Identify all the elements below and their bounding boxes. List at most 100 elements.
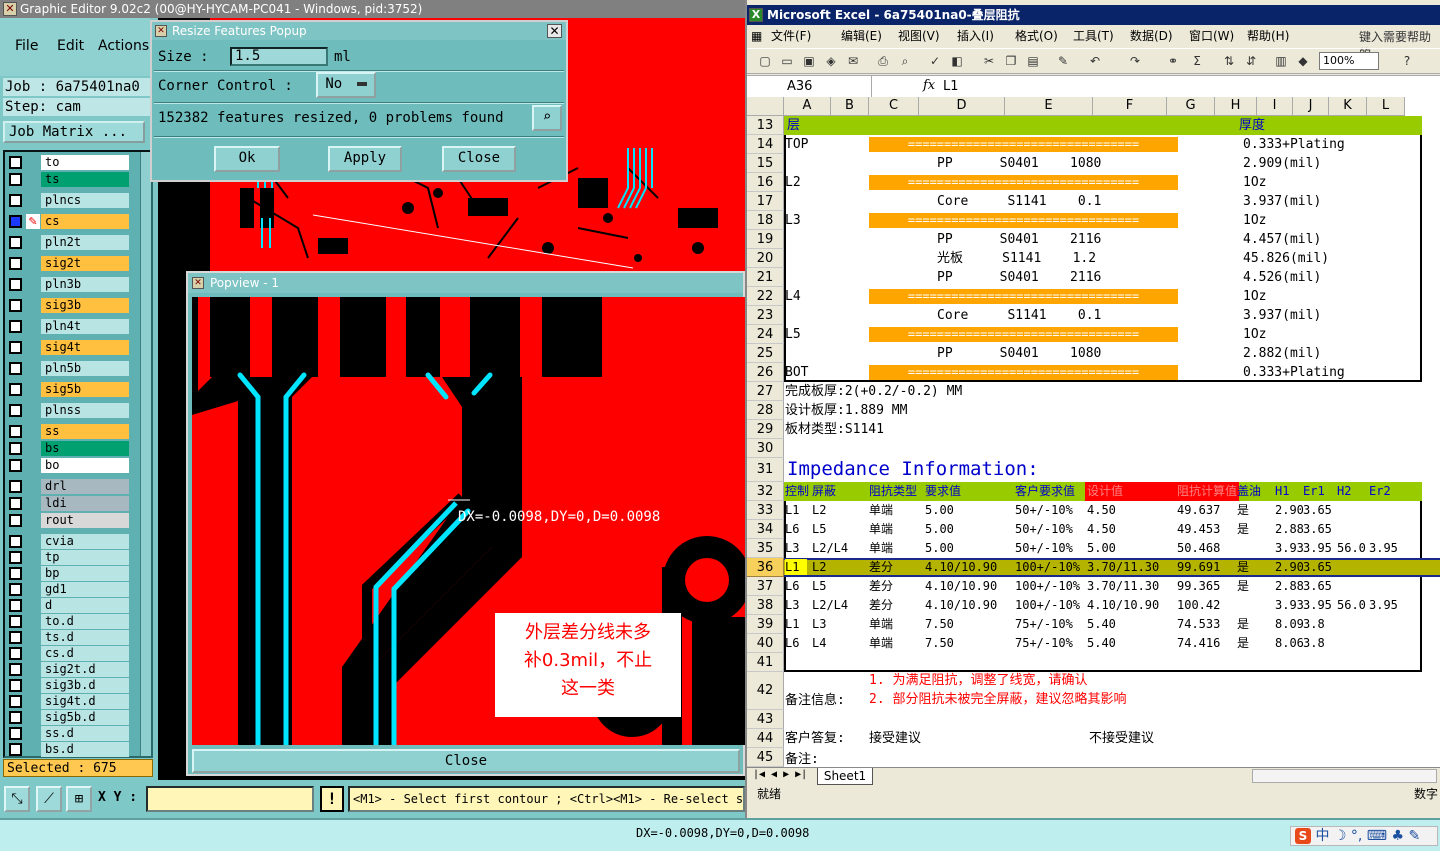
column-header[interactable]: D — [919, 97, 1005, 116]
impedance-cell[interactable]: 100+/-10% — [1015, 596, 1080, 615]
row-header[interactable]: 44 — [747, 729, 784, 748]
impedance-cell[interactable]: 3.95 — [1303, 539, 1332, 558]
layer-row[interactable]: ss.d — [9, 726, 129, 741]
layer-visibility-checkbox[interactable] — [9, 215, 22, 228]
impedance-cell[interactable]: 5.40 — [1087, 615, 1116, 634]
row-header[interactable]: 37 — [747, 577, 784, 596]
open-icon[interactable]: ▭ — [779, 54, 795, 69]
layer-row[interactable]: gd1 — [9, 582, 129, 597]
formula-content[interactable]: L1 — [943, 79, 959, 94]
impedance-cell[interactable]: 50+/-10% — [1015, 520, 1073, 539]
layer-visibility-checkbox[interactable] — [9, 173, 22, 186]
impedance-cell[interactable]: 差分 — [869, 577, 893, 596]
layer-visibility-checkbox[interactable] — [9, 727, 22, 740]
impedance-cell[interactable]: 5.00 — [925, 520, 954, 539]
layer-visibility-checkbox[interactable] — [9, 194, 22, 207]
row-header[interactable]: 20 — [747, 249, 784, 268]
layer-visibility-checkbox[interactable] — [9, 567, 22, 580]
layer-visibility-checkbox[interactable] — [9, 480, 22, 493]
menu-data[interactable]: 数据(D) — [1130, 25, 1173, 47]
layer-visibility-checkbox[interactable] — [9, 156, 22, 169]
row-header[interactable]: 33 — [747, 501, 784, 520]
layer-row[interactable]: sig4t.d — [9, 694, 129, 709]
impedance-cell[interactable]: L6 — [785, 634, 799, 653]
column-header[interactable]: B — [831, 97, 869, 116]
menu-view[interactable]: 视图(V) — [898, 25, 940, 47]
help-icon[interactable]: ? — [1399, 54, 1415, 69]
zoom-tool-button[interactable]: ⤡ — [4, 786, 30, 812]
impedance-cell[interactable]: 56.0 — [1337, 539, 1366, 558]
zoom-select[interactable]: 100% — [1319, 52, 1379, 70]
impedance-cell[interactable]: 5.00 — [1087, 539, 1116, 558]
row-header[interactable]: 45 — [747, 748, 784, 767]
layer-row[interactable]: pln5b — [9, 361, 129, 376]
layer-visibility-checkbox[interactable] — [9, 341, 22, 354]
impedance-cell[interactable]: 4.10/10.90 — [925, 596, 997, 615]
spell-icon[interactable]: ✓ — [927, 54, 943, 69]
impedance-cell[interactable]: 是 — [1237, 577, 1249, 596]
layer-visibility-checkbox[interactable] — [9, 404, 22, 417]
column-header[interactable]: L — [1367, 97, 1405, 116]
column-header[interactable]: G — [1167, 97, 1215, 116]
layer-row[interactable]: plnss — [9, 403, 129, 418]
impedance-cell[interactable]: 56.0 — [1337, 596, 1366, 615]
row-header[interactable]: 39 — [747, 615, 784, 634]
row-header[interactable]: 32 — [747, 482, 784, 501]
layer-row[interactable]: tp — [9, 550, 129, 565]
popview-close-button[interactable]: Close — [192, 749, 740, 773]
impedance-cell[interactable]: 100+/-10% — [1015, 558, 1080, 577]
impedance-cell[interactable]: 是 — [1237, 634, 1249, 653]
menu-format[interactable]: 格式(O) — [1015, 25, 1058, 47]
impedance-cell[interactable]: 3.93 — [1275, 596, 1304, 615]
impedance-cell[interactable]: 是 — [1237, 615, 1249, 634]
layer-visibility-checkbox[interactable] — [9, 743, 22, 756]
impedance-cell[interactable]: 差分 — [869, 558, 893, 577]
impedance-cell[interactable]: 3.95 — [1369, 596, 1398, 615]
layer-row[interactable]: sig3b — [9, 298, 129, 313]
impedance-cell[interactable]: 3.8 — [1303, 615, 1325, 634]
row-header[interactable]: 41 — [747, 653, 784, 672]
impedance-cell[interactable]: L2/L4 — [812, 539, 848, 558]
format-painter-icon[interactable]: ✎ — [1055, 54, 1071, 69]
impedance-cell[interactable]: L1 — [785, 558, 799, 577]
autosum-icon[interactable]: Σ — [1189, 54, 1205, 69]
layer-visibility-checkbox[interactable] — [9, 459, 22, 472]
impedance-cell[interactable]: 50+/-10% — [1015, 539, 1073, 558]
print-icon[interactable]: ⎙ — [875, 54, 891, 69]
layer-row[interactable]: sig4t — [9, 340, 129, 355]
layer-visibility-checkbox[interactable] — [9, 663, 22, 676]
column-header[interactable]: C — [869, 97, 919, 116]
new-icon[interactable]: ▢ — [757, 54, 773, 69]
email-icon[interactable]: ✉ — [845, 54, 861, 69]
row-header[interactable]: 28 — [747, 401, 784, 420]
corner-cell[interactable] — [747, 97, 784, 116]
row-header[interactable]: 34 — [747, 520, 784, 539]
layer-visibility-checkbox[interactable] — [9, 647, 22, 660]
impedance-cell[interactable]: 7.50 — [925, 634, 954, 653]
impedance-cell[interactable]: 单端 — [869, 634, 893, 653]
impedance-cell[interactable]: 3.95 — [1369, 539, 1398, 558]
layer-row[interactable]: cvia — [9, 534, 129, 549]
drawing-icon[interactable]: ◆ — [1295, 54, 1311, 69]
layer-row[interactable]: pln2t — [9, 235, 129, 250]
layer-row[interactable]: to.d — [9, 614, 129, 629]
impedance-cell[interactable]: L2/L4 — [812, 596, 848, 615]
ok-button[interactable]: Ok — [214, 146, 280, 172]
close-button[interactable]: Close — [442, 146, 516, 172]
impedance-cell[interactable]: 是 — [1237, 520, 1249, 539]
copy-icon[interactable]: ❐ — [1003, 54, 1019, 69]
menu-file[interactable]: File — [15, 38, 38, 54]
impedance-cell[interactable]: 49.453 — [1177, 520, 1220, 539]
layer-visibility-checkbox[interactable] — [9, 257, 22, 270]
impedance-cell[interactable]: 3.70/11.30 — [1087, 577, 1159, 596]
impedance-cell[interactable]: 100+/-10% — [1015, 577, 1080, 596]
row-header[interactable]: 14 — [747, 135, 784, 154]
impedance-cell[interactable]: 99.365 — [1177, 577, 1220, 596]
layer-visibility-checkbox[interactable] — [9, 711, 22, 724]
impedance-cell[interactable]: 7.50 — [925, 615, 954, 634]
impedance-cell[interactable]: 差分 — [869, 596, 893, 615]
research-icon[interactable]: ◧ — [949, 54, 965, 69]
layer-visibility-checkbox[interactable] — [9, 497, 22, 510]
layer-row[interactable]: pln3b — [9, 277, 129, 292]
impedance-cell[interactable]: 是 — [1237, 501, 1249, 520]
